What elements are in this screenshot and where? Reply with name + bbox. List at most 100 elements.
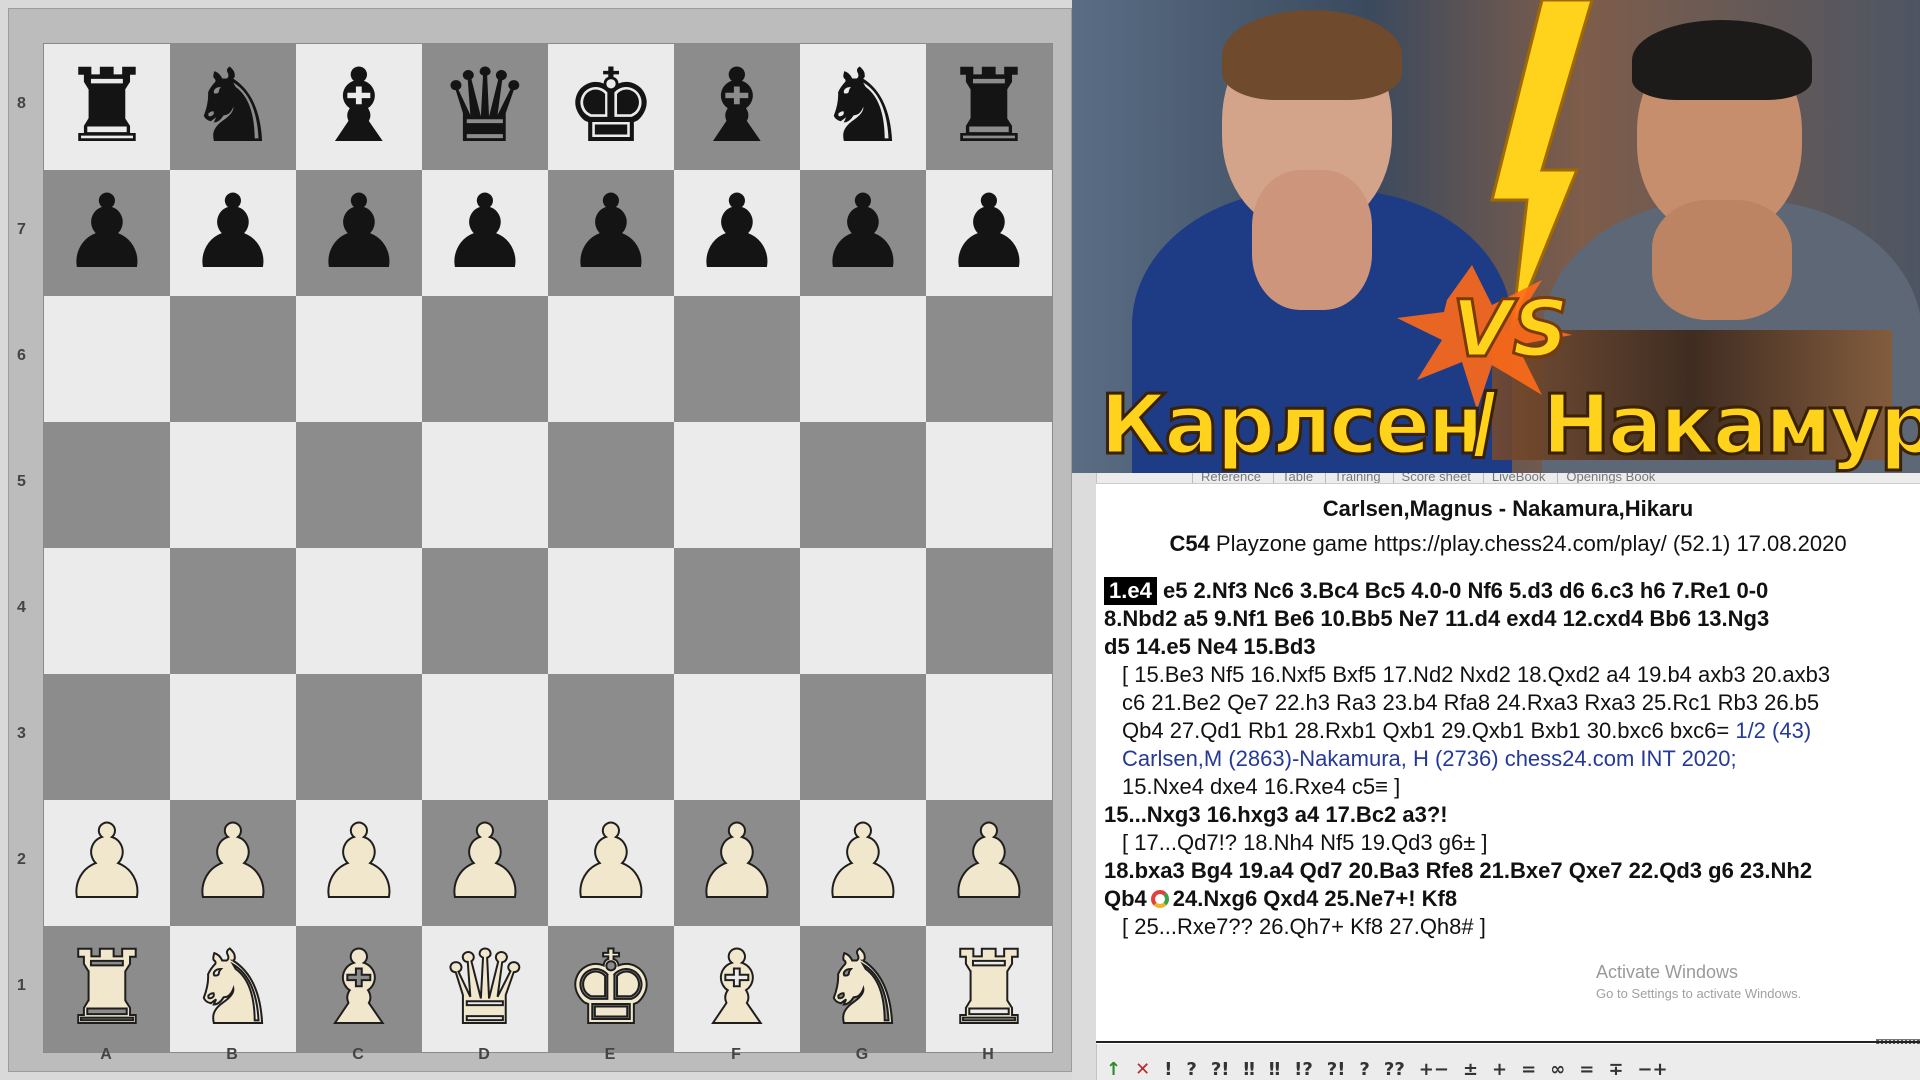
square-a5[interactable] [44, 422, 170, 548]
square-a2[interactable]: ♟ [44, 800, 170, 926]
square-e1[interactable]: ♚ [548, 926, 674, 1052]
square-g4[interactable] [800, 548, 926, 674]
white-queen-icon[interactable]: ♛ [438, 937, 531, 1041]
square-c2[interactable]: ♟ [296, 800, 422, 926]
moves-text[interactable]: e5 2.Nf3 Nc6 3.Bc4 Bc5 4.0-0 Nf6 5.d3 d6… [1163, 578, 1768, 603]
square-b4[interactable] [170, 548, 296, 674]
square-h2[interactable]: ♟ [926, 800, 1052, 926]
black-queen-icon[interactable]: ♛ [439, 56, 530, 158]
black-pawn-icon[interactable]: ♟ [187, 182, 278, 284]
square-h1[interactable]: ♜ [926, 926, 1052, 1052]
square-f8[interactable]: ♝ [674, 44, 800, 170]
square-e3[interactable] [548, 674, 674, 800]
white-knight-icon[interactable]: ♞ [816, 937, 909, 1041]
annotation-button[interactable]: −+ [1637, 1055, 1667, 1077]
reference-game-link[interactable]: Carlsen,M (2863)-Nakamura, H (2736) ches… [1122, 747, 1737, 771]
annotation-button[interactable]: ?! [1327, 1055, 1346, 1077]
variation-line[interactable]: 15.Nxe4 dxe4 16.Rxe4 c5≡ ] [1122, 775, 1400, 799]
white-pawn-icon[interactable]: ♟ [312, 811, 405, 915]
variation-line[interactable]: c6 21.Be2 Qe7 22.h3 Ra3 23.b4 Rfa8 24.Rx… [1122, 691, 1819, 715]
variation-line[interactable]: [ 15.Be3 Nf5 16.Nxf5 Bxf5 17.Nd2 Nxd2 18… [1122, 663, 1830, 687]
square-d3[interactable] [422, 674, 548, 800]
white-pawn-icon[interactable]: ♟ [60, 811, 153, 915]
square-b1[interactable]: ♞ [170, 926, 296, 1052]
square-a6[interactable] [44, 296, 170, 422]
square-e8[interactable]: ♚ [548, 44, 674, 170]
white-pawn-icon[interactable]: ♟ [816, 811, 909, 915]
square-c7[interactable]: ♟ [296, 170, 422, 296]
black-rook-icon[interactable]: ♜ [61, 56, 152, 158]
tab-reference[interactable]: Reference [1192, 473, 1269, 483]
reference-result[interactable]: 1/2 (43) [1735, 718, 1811, 743]
annotation-button[interactable]: ✕ [1135, 1055, 1150, 1077]
square-a8[interactable]: ♜ [44, 44, 170, 170]
main-line-3[interactable]: d5 14.e5 Ne4 15.Bd3 [1104, 635, 1316, 659]
current-move[interactable]: 1.e4 [1104, 577, 1157, 605]
black-knight-icon[interactable]: ♞ [187, 56, 278, 158]
white-pawn-icon[interactable]: ♟ [438, 811, 531, 915]
square-d6[interactable] [422, 296, 548, 422]
tab-openings-book[interactable]: Openings Book [1557, 473, 1663, 483]
white-pawn-icon[interactable]: ♟ [690, 811, 783, 915]
white-rook-icon[interactable]: ♜ [60, 937, 153, 1041]
annotation-button[interactable]: + [1492, 1055, 1507, 1077]
square-f2[interactable]: ♟ [674, 800, 800, 926]
black-king-icon[interactable]: ♚ [565, 56, 656, 158]
annotation-button[interactable]: ?? [1384, 1055, 1405, 1077]
annotation-button[interactable]: ± [1463, 1055, 1478, 1077]
white-pawn-icon[interactable]: ♟ [186, 811, 279, 915]
white-rook-icon[interactable]: ♜ [942, 937, 1035, 1041]
black-pawn-icon[interactable]: ♟ [943, 182, 1034, 284]
square-c1[interactable]: ♝ [296, 926, 422, 1052]
tab-table[interactable]: Table [1272, 473, 1321, 483]
square-f1[interactable]: ♝ [674, 926, 800, 1052]
annotation-button[interactable]: ? [1186, 1055, 1196, 1077]
panel-splitter[interactable] [1072, 473, 1097, 1080]
square-f4[interactable] [674, 548, 800, 674]
square-d2[interactable]: ♟ [422, 800, 548, 926]
annotation-button[interactable]: ↑ [1106, 1055, 1121, 1077]
white-king-icon[interactable]: ♚ [564, 937, 657, 1041]
tab-training[interactable]: Training [1325, 473, 1388, 483]
engine-circle-icon[interactable] [1150, 890, 1169, 908]
white-pawn-icon[interactable]: ♟ [564, 811, 657, 915]
annotation-button[interactable]: ∓ [1608, 1055, 1623, 1077]
white-bishop-icon[interactable]: ♝ [312, 937, 405, 1041]
variation-moves[interactable]: Qb4 27.Qd1 Rb1 28.Rxb1 Qxb1 29.Qxb1 Bxb1… [1122, 718, 1735, 743]
annotation-button[interactable]: ‼ [1244, 1055, 1255, 1077]
square-g5[interactable] [800, 422, 926, 548]
moves-text[interactable]: 24.Nxg6 Qxd4 25.Ne7+! Kf8 [1173, 886, 1457, 911]
square-g2[interactable]: ♟ [800, 800, 926, 926]
square-c8[interactable]: ♝ [296, 44, 422, 170]
square-f5[interactable] [674, 422, 800, 548]
square-h7[interactable]: ♟ [926, 170, 1052, 296]
black-bishop-icon[interactable]: ♝ [313, 56, 404, 158]
square-h5[interactable] [926, 422, 1052, 548]
square-c5[interactable] [296, 422, 422, 548]
black-pawn-icon[interactable]: ♟ [61, 182, 152, 284]
main-line-4[interactable]: 15...Nxg3 16.hxg3 a4 17.Bc2 a3?! [1104, 803, 1448, 827]
square-f3[interactable] [674, 674, 800, 800]
black-pawn-icon[interactable]: ♟ [691, 182, 782, 284]
variation-line[interactable]: [ 25...Rxe7?? 26.Qh7+ Kf8 27.Qh8# ] [1122, 915, 1486, 939]
square-c4[interactable] [296, 548, 422, 674]
annotation-button[interactable]: ? [1359, 1055, 1369, 1077]
black-bishop-icon[interactable]: ♝ [691, 56, 782, 158]
square-d8[interactable]: ♛ [422, 44, 548, 170]
square-b5[interactable] [170, 422, 296, 548]
black-knight-icon[interactable]: ♞ [817, 56, 908, 158]
annotation-button[interactable]: +− [1419, 1055, 1449, 1077]
black-rook-icon[interactable]: ♜ [943, 56, 1034, 158]
square-f7[interactable]: ♟ [674, 170, 800, 296]
main-line-2[interactable]: 8.Nbd2 a5 9.Nf1 Be6 10.Bb5 Ne7 11.d4 exd… [1104, 607, 1769, 631]
square-d7[interactable]: ♟ [422, 170, 548, 296]
game-notation[interactable]: Carlsen,Magnus - Nakamura,Hikaru C54 Pla… [1096, 483, 1920, 1044]
tab-score-sheet[interactable]: Score sheet [1392, 473, 1479, 483]
black-pawn-icon[interactable]: ♟ [565, 182, 656, 284]
square-a3[interactable] [44, 674, 170, 800]
square-a7[interactable]: ♟ [44, 170, 170, 296]
annotation-button[interactable]: ?! [1211, 1055, 1230, 1077]
annotation-button[interactable]: = [1579, 1055, 1594, 1077]
annotation-button[interactable]: ‼ [1269, 1055, 1280, 1077]
square-g7[interactable]: ♟ [800, 170, 926, 296]
